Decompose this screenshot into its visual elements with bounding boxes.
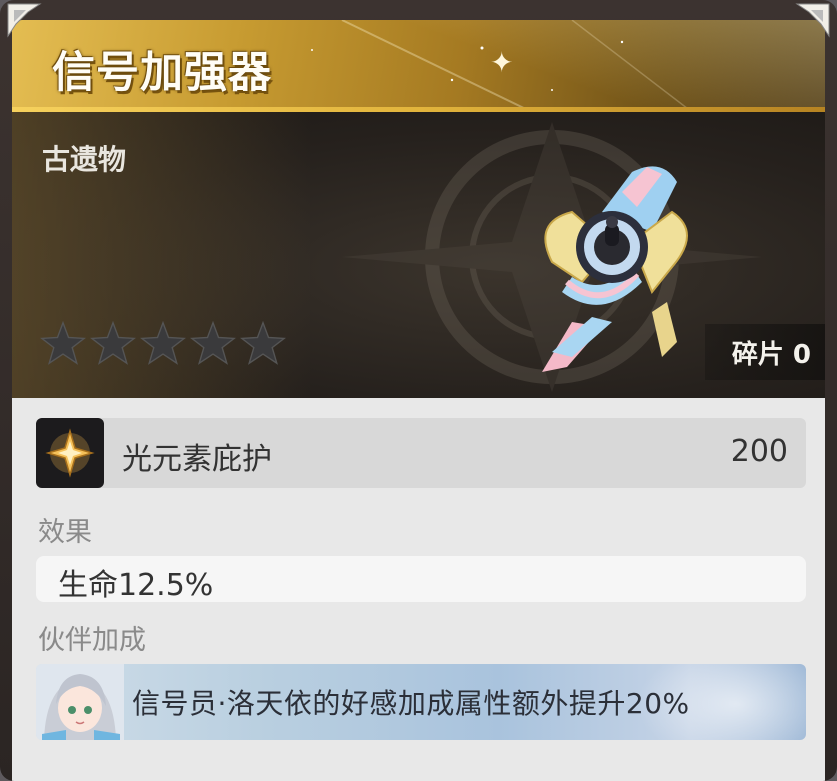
relic-info-panel: 光元素庇护 200 效果 生命12.5% 伙伴加成 信号员·洛天依的好感加成属性… bbox=[12, 398, 825, 781]
effect-label: 效果 bbox=[38, 517, 92, 548]
star-icon bbox=[240, 320, 286, 365]
sparkle-icon: ✦ bbox=[490, 46, 514, 79]
element-value: 200 bbox=[730, 434, 788, 469]
corner-ornament-icon bbox=[7, 3, 42, 38]
relic-title: 信号加强器 bbox=[52, 48, 272, 98]
fragment-count: 碎片 0 bbox=[705, 324, 825, 380]
light-element-icon bbox=[36, 418, 104, 488]
partner-avatar bbox=[36, 664, 124, 740]
partner-bonus-text: 信号员·洛天依的好感加成属性额外提升20% bbox=[132, 687, 690, 720]
element-attribute-row: 光元素庇护 200 bbox=[36, 418, 806, 488]
star-icon bbox=[40, 320, 86, 365]
partner-bonus-label: 伙伴加成 bbox=[38, 625, 146, 656]
partner-bonus-box: 信号员·洛天依的好感加成属性额外提升20% bbox=[36, 664, 806, 740]
relic-header: ✦ 信号加强器 bbox=[12, 20, 825, 112]
star-icon bbox=[190, 320, 236, 365]
relic-banner: 古遗物 碎片 0 bbox=[12, 112, 825, 398]
star-icon bbox=[140, 320, 186, 365]
signal-booster-relic-image bbox=[542, 166, 688, 372]
element-name: 光元素庇护 bbox=[122, 442, 272, 477]
relic-category: 古遗物 bbox=[42, 143, 127, 176]
rarity-stars bbox=[40, 320, 286, 366]
star-icon bbox=[90, 320, 136, 365]
effect-text: 生命12.5% bbox=[58, 568, 214, 603]
effect-box: 生命12.5% bbox=[36, 556, 806, 603]
relic-detail-card: ✦ 信号加强器 古遗物 碎片 0 光元素庇护 200 效果 生命12.5% 伙伴… bbox=[0, 0, 837, 781]
corner-ornament-icon bbox=[795, 3, 830, 38]
